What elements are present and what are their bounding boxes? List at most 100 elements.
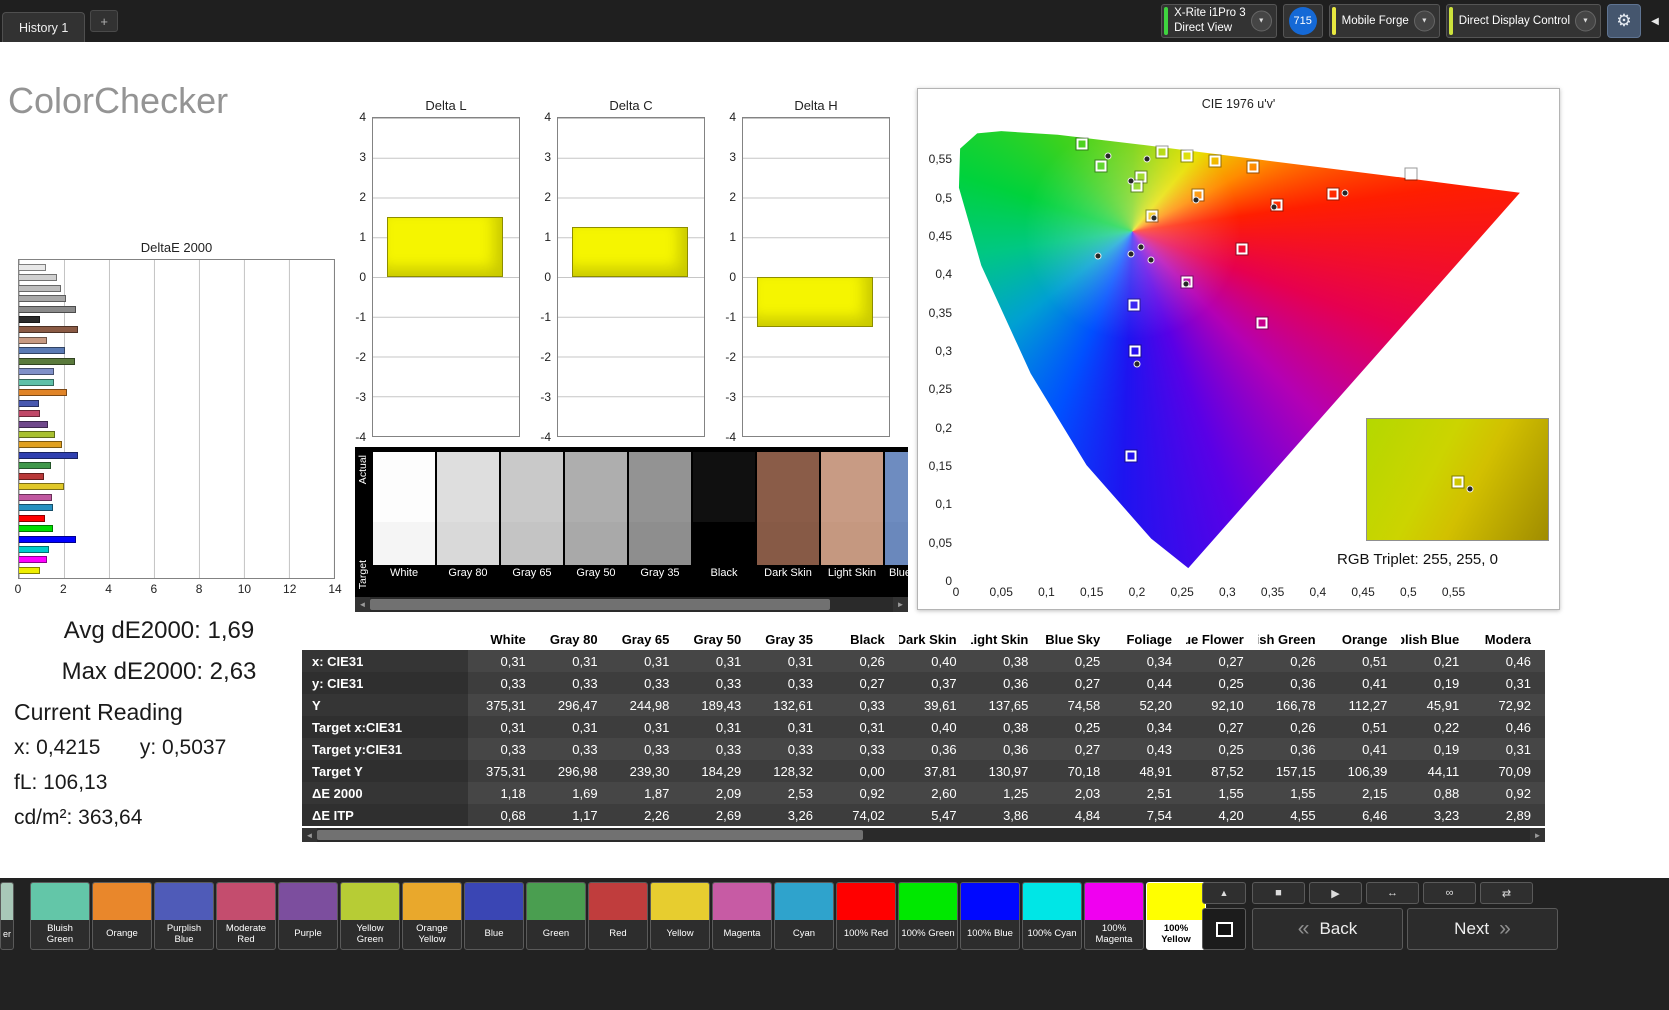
patch-button[interactable]: Cyan — [774, 882, 834, 950]
scrollbar-track[interactable] — [317, 828, 1530, 842]
axis-tick-label: 0,05 — [928, 535, 952, 550]
patch-button[interactable]: Blue — [464, 882, 524, 950]
table-header-cell: Blue Flower — [1186, 628, 1258, 650]
patch-color — [589, 883, 647, 920]
patch-color — [155, 883, 213, 920]
topbar-right: X-Rite i1Pro 3 Direct View ▼ 715 Mobile … — [1161, 4, 1669, 38]
pattern-window-button[interactable] — [1202, 908, 1246, 950]
table-header-cell: Modera — [1473, 628, 1545, 650]
chevron-down-icon[interactable]: ▼ — [1250, 10, 1272, 32]
chevron-down-icon[interactable]: ▼ — [1413, 10, 1435, 32]
patch-button[interactable]: Green — [526, 882, 586, 950]
source-dropdown[interactable]: Mobile Forge ▼ — [1328, 4, 1440, 38]
color-swatch: Gray 65 — [501, 452, 563, 595]
patch-button[interactable]: 100% Red — [836, 882, 896, 950]
target-marker — [1235, 242, 1249, 256]
table-cell: 1,87 — [611, 782, 684, 804]
rgb-triplet-label: RGB Triplet: 255, 255, 0 — [1337, 551, 1498, 568]
patch-button[interactable]: Moderate Red — [216, 882, 276, 950]
table-cell: 0,36 — [970, 738, 1043, 760]
loop-button[interactable]: ∞ — [1423, 882, 1476, 904]
patch-button[interactable]: 100% Cyan — [1022, 882, 1082, 950]
table-cell: 7,54 — [1114, 804, 1186, 826]
table-cell: 1,55 — [1257, 782, 1330, 804]
display-control-dropdown[interactable]: Direct Display Control ▼ — [1445, 4, 1601, 38]
table-cell: 87,52 — [1186, 760, 1258, 782]
history-tab[interactable]: History 1 — [2, 12, 86, 42]
patch-button[interactable]: Yellow — [650, 882, 710, 950]
patch-label: Purplish Blue — [166, 922, 202, 945]
patch-button[interactable]: 100% Yellow — [1146, 882, 1206, 950]
deltae-bar — [19, 399, 39, 407]
patch-button[interactable]: Red — [588, 882, 648, 950]
scrollbar-thumb[interactable] — [370, 599, 831, 610]
patch-label: Orange — [106, 928, 138, 940]
patch-row: er Bluish Green Orange Purplish Blue Moderat… — [0, 882, 1206, 950]
next-button[interactable]: Next » — [1407, 908, 1558, 950]
scroll-right-icon[interactable]: ► — [1530, 828, 1545, 842]
delta-h-y-axis: 4 3 2 1 0 -1 -2 -3 -4 — [704, 110, 736, 444]
stop-button[interactable]: ■ — [1252, 882, 1305, 904]
step-button[interactable]: ↔ — [1366, 882, 1419, 904]
table-cell: 1,55 — [1186, 782, 1258, 804]
patch-button[interactable]: Purple — [278, 882, 338, 950]
deltae-bar — [19, 378, 54, 386]
table-cell: 0,19 — [1401, 738, 1474, 760]
axis-tick-label: 1 — [729, 230, 736, 244]
table-cell: 0,27 — [827, 672, 899, 694]
table-cell: 0,51 — [1329, 650, 1402, 672]
target-marker — [1326, 187, 1340, 201]
cie-zoom-inset — [1366, 418, 1549, 541]
table-cell: 0,26 — [827, 650, 899, 672]
patch-button[interactable]: Magenta — [712, 882, 772, 950]
table-cell: 52,20 — [1114, 694, 1186, 716]
table-cell: 5,47 — [898, 804, 971, 826]
patch-button[interactable]: Orange Yellow — [402, 882, 462, 950]
patch-button[interactable]: 100% Green — [898, 882, 958, 950]
patch-button[interactable]: Bluish Green — [30, 882, 90, 950]
gear-icon[interactable]: ⚙ — [1607, 4, 1641, 38]
axis-tick-label: 0,5 — [1399, 585, 1417, 599]
pattern-up-button[interactable]: ▲ — [1202, 882, 1246, 904]
sync-button[interactable]: ⇄ — [1480, 882, 1533, 904]
scroll-left-icon[interactable]: ◄ — [302, 828, 317, 842]
add-tab-button[interactable]: + — [90, 10, 118, 32]
table-header-cell: Gray 50 — [683, 628, 756, 650]
patch-label: Cyan — [792, 928, 816, 940]
target-marker — [1246, 160, 1260, 174]
table-cell: 157,15 — [1257, 760, 1330, 782]
patch-button[interactable]: 100% Magenta — [1084, 882, 1144, 950]
table-cell: 0,31 — [611, 716, 684, 738]
patch-button[interactable]: er — [0, 882, 14, 950]
meter-status-button[interactable]: 715 — [1282, 4, 1323, 38]
deltae-bar — [19, 295, 67, 303]
patch-button[interactable]: Yellow Green — [340, 882, 400, 950]
swatch-scrollbar[interactable]: ◄ ► — [355, 597, 908, 612]
scroll-right-icon[interactable]: ► — [893, 597, 908, 612]
swatch-label: Gray 65 — [512, 567, 552, 579]
patch-button[interactable]: 100% Blue — [960, 882, 1020, 950]
patch-button[interactable]: Orange — [92, 882, 152, 950]
chevron-down-icon[interactable]: ▼ — [1575, 10, 1596, 32]
collapse-panel-icon[interactable]: ◀ — [1647, 4, 1663, 38]
patch-color — [1023, 883, 1081, 920]
table-row-label: Target x:CIE31 — [302, 716, 468, 738]
patch-button[interactable]: Purplish Blue — [154, 882, 214, 950]
back-button[interactable]: « Back — [1252, 908, 1403, 950]
scrollbar-track[interactable] — [370, 597, 893, 612]
swatch-actual-color — [629, 452, 691, 522]
measurement-marker — [1137, 243, 1145, 251]
play-button[interactable]: ▶ — [1309, 882, 1362, 904]
scrollbar-thumb[interactable] — [317, 830, 863, 840]
axis-tick-label: 0,55 — [928, 152, 952, 167]
table-cell: 0,31 — [468, 716, 540, 738]
patch-label: 100% Green — [901, 928, 955, 940]
table-cell: 0,92 — [1473, 782, 1545, 804]
delta-l-y-axis: 4 3 2 1 0 -1 -2 -3 -4 — [334, 110, 366, 444]
meter-dropdown[interactable]: X-Rite i1Pro 3 Direct View ▼ — [1161, 4, 1277, 38]
table-scrollbar[interactable]: ◄ ► — [302, 828, 1545, 842]
delta-h-title: Delta H — [794, 98, 838, 113]
table-header-cell: Purplish Blue — [1401, 628, 1474, 650]
table-cell: 132,61 — [755, 694, 827, 716]
scroll-left-icon[interactable]: ◄ — [355, 597, 370, 612]
